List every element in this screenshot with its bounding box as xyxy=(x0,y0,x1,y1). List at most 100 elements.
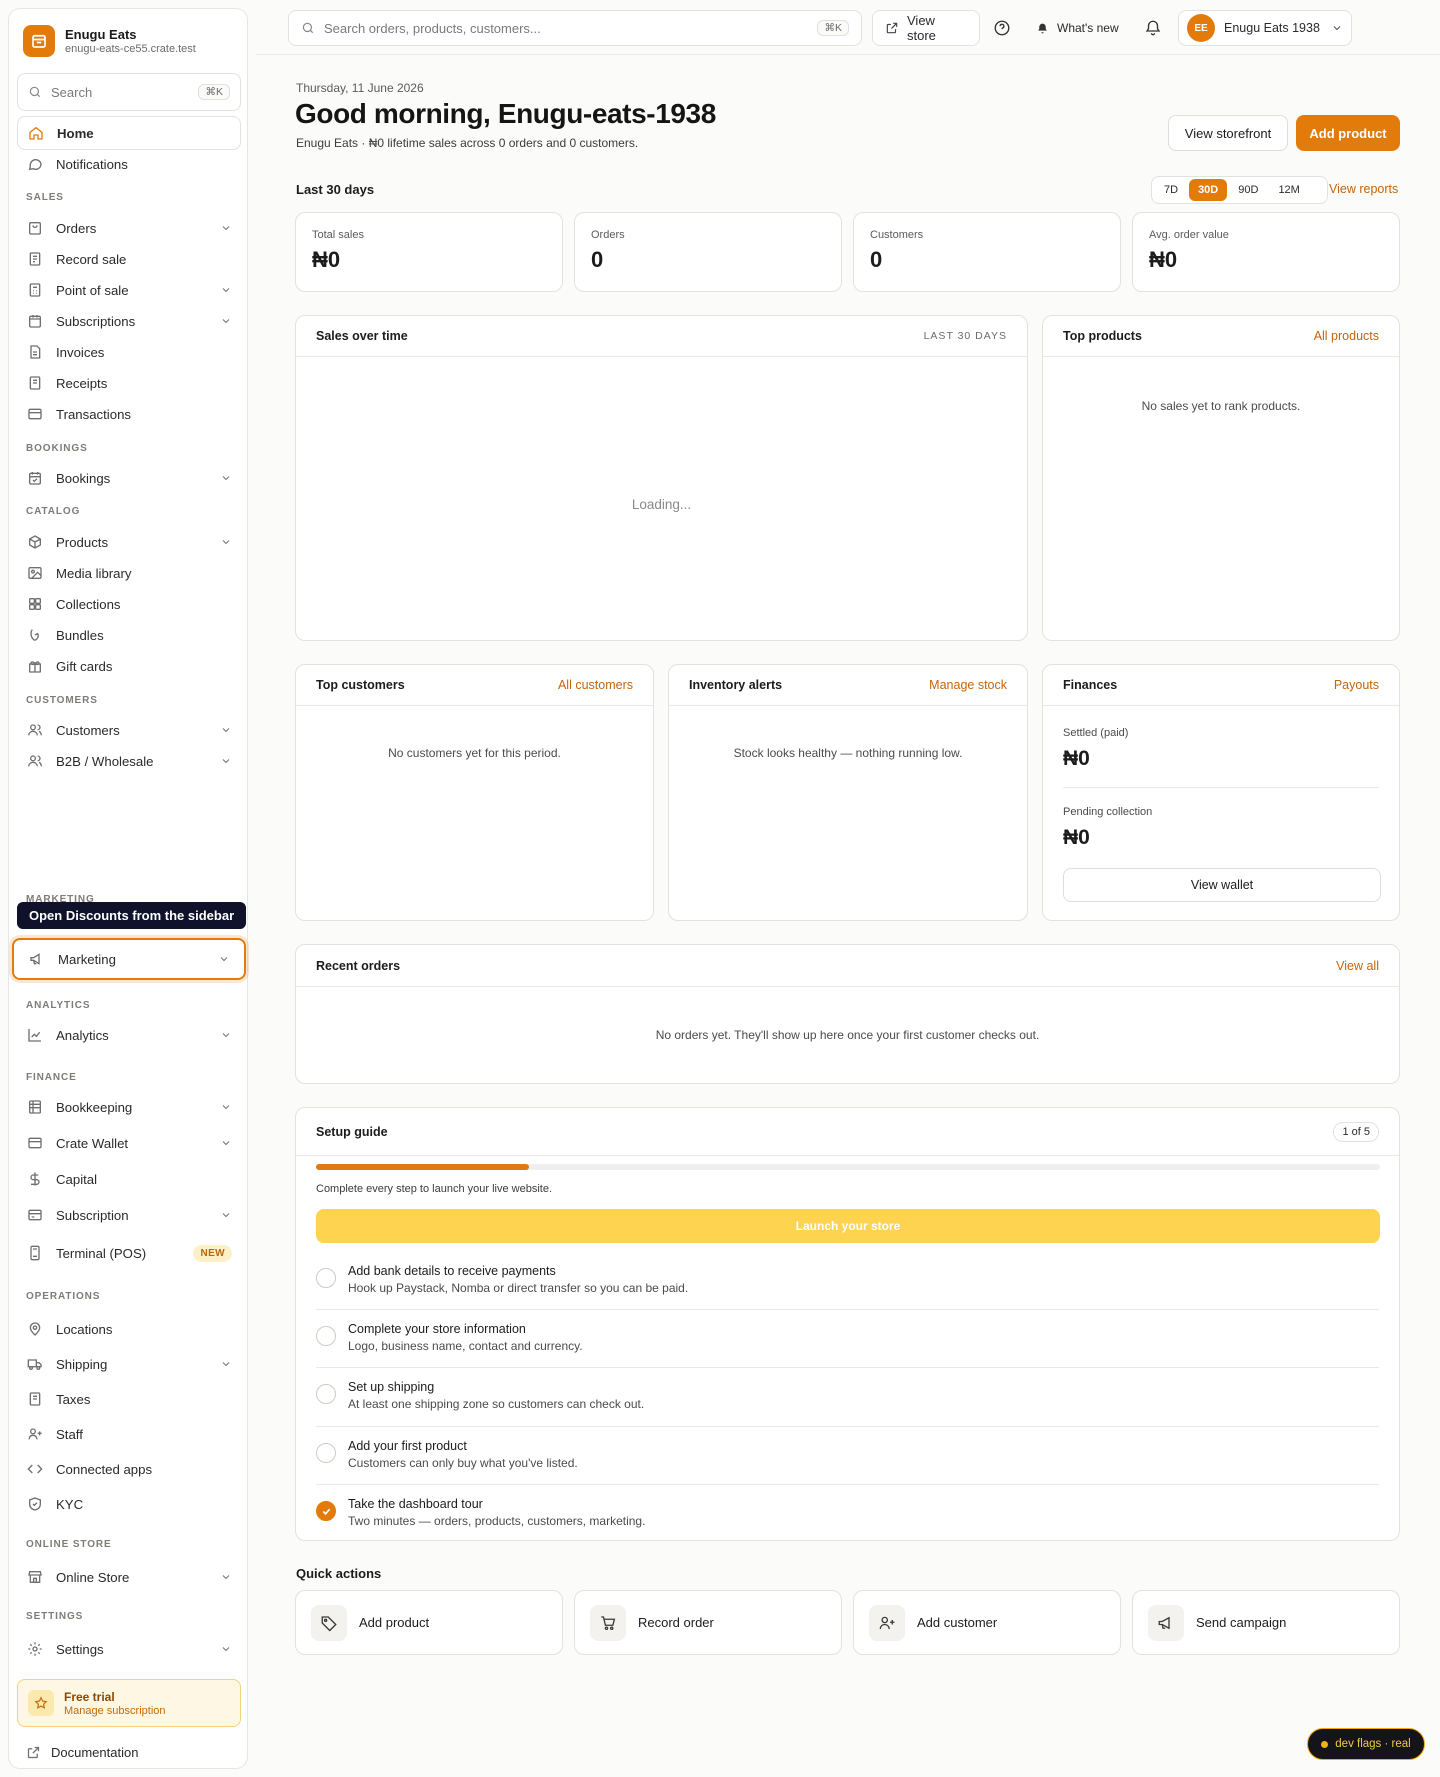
dev-flags-badge[interactable]: dev flags · real xyxy=(1307,1728,1425,1760)
check-icon[interactable] xyxy=(316,1501,336,1521)
setup-step[interactable]: Set up shipping At least one shipping zo… xyxy=(296,1368,1402,1426)
sidebar-search[interactable]: Search ⌘K xyxy=(17,73,241,111)
sales-over-time-card: Sales over time LAST 30 DAYS Loading... xyxy=(295,315,1028,641)
sidebar-item-label: Notifications xyxy=(56,156,128,172)
chevron-down-icon[interactable] xyxy=(220,222,232,234)
sidebar-item-online-store[interactable]: Online Store xyxy=(17,1560,241,1594)
quick-action-add-product[interactable]: Add product xyxy=(295,1590,563,1655)
chevron-down-icon[interactable] xyxy=(220,1358,232,1370)
setup-step[interactable]: Complete your store information Logo, bu… xyxy=(296,1310,1402,1368)
sidebar-item-receipts[interactable]: Receipts xyxy=(17,366,241,400)
sidebar-item-kyc[interactable]: KYC xyxy=(17,1487,241,1521)
sidebar-item-bundles[interactable]: Bundles xyxy=(17,618,241,652)
manage-subscription-link[interactable]: Manage subscription xyxy=(64,1705,166,1717)
sidebar-item-invoices[interactable]: Invoices xyxy=(17,335,241,369)
all-products-link[interactable]: All products xyxy=(1314,329,1379,343)
sidebar-item-marketing[interactable]: Marketing xyxy=(12,938,246,980)
whats-new-button[interactable]: What's new xyxy=(1036,10,1119,46)
view-wallet-button[interactable]: View wallet xyxy=(1063,868,1381,902)
sidebar-item-label: Receipts xyxy=(56,375,108,391)
sidebar-item-subscription[interactable]: Subscription xyxy=(17,1198,241,1232)
view-store-button[interactable]: View store xyxy=(872,10,980,46)
quick-action-add-customer[interactable]: Add customer xyxy=(853,1590,1121,1655)
chevron-down-icon[interactable] xyxy=(220,1101,232,1113)
add-product-button[interactable]: Add product xyxy=(1296,115,1400,151)
setup-step[interactable]: Add bank details to receive payments Hoo… xyxy=(296,1252,1402,1310)
sidebar-item-bookkeeping[interactable]: Bookkeeping xyxy=(17,1090,241,1124)
users-icon xyxy=(26,721,44,739)
payouts-link[interactable]: Payouts xyxy=(1334,678,1379,692)
sidebar-item-terminal-pos[interactable]: Terminal (POS) NEW xyxy=(17,1236,241,1270)
setup-progress-fill xyxy=(316,1164,529,1170)
tag-icon xyxy=(311,1604,347,1641)
chevron-down-icon[interactable] xyxy=(220,1209,232,1221)
chevron-down-icon[interactable] xyxy=(220,755,232,767)
terminal-device-icon xyxy=(26,1244,44,1262)
period-12m[interactable]: 12M xyxy=(1269,179,1308,201)
view-all-orders-link[interactable]: View all xyxy=(1336,959,1379,973)
sidebar-item-gift-cards[interactable]: Gift cards xyxy=(17,649,241,683)
launch-store-button[interactable]: Launch your store xyxy=(316,1209,1380,1243)
period-90d[interactable]: 90D xyxy=(1229,179,1267,201)
view-reports-link[interactable]: View reports xyxy=(1329,182,1398,196)
setup-step[interactable]: Add your first product Customers can onl… xyxy=(296,1427,1402,1485)
sidebar-item-notifications[interactable]: Notifications xyxy=(17,147,241,181)
all-customers-link[interactable]: All customers xyxy=(558,678,633,692)
step-checkbox[interactable] xyxy=(316,1268,336,1288)
view-storefront-button[interactable]: View storefront xyxy=(1168,115,1288,151)
sidebar: Enugu Eats enugu-eats-ce55.crate.test Se… xyxy=(8,8,248,1769)
chevron-down-icon[interactable] xyxy=(220,284,232,296)
sidebar-item-products[interactable]: Products xyxy=(17,525,241,559)
sidebar-item-point-of-sale[interactable]: Point of sale xyxy=(17,273,241,307)
quick-action-record-order[interactable]: Record order xyxy=(574,1590,842,1655)
sidebar-item-subscriptions[interactable]: Subscriptions xyxy=(17,304,241,338)
chevron-down-icon[interactable] xyxy=(220,724,232,736)
chevron-down-icon[interactable] xyxy=(220,1137,232,1149)
free-trial-card[interactable]: Free trial Manage subscription xyxy=(17,1679,241,1727)
sidebar-item-label: KYC xyxy=(56,1496,84,1512)
chevron-down-icon[interactable] xyxy=(220,1643,232,1655)
sidebar-item-media-library[interactable]: Media library xyxy=(17,556,241,590)
step-checkbox[interactable] xyxy=(316,1443,336,1463)
documentation-link[interactable]: Documentation xyxy=(17,1740,147,1764)
chevron-down-icon[interactable] xyxy=(220,315,232,327)
chevron-down-icon[interactable] xyxy=(220,472,232,484)
global-search-input[interactable]: Search orders, products, customers... ⌘K xyxy=(288,10,862,46)
sidebar-item-taxes[interactable]: Taxes xyxy=(17,1382,241,1416)
sidebar-item-connected-apps[interactable]: Connected apps xyxy=(17,1452,241,1486)
sidebar-item-home[interactable]: Home xyxy=(17,116,241,150)
sidebar-item-shipping[interactable]: Shipping xyxy=(17,1347,241,1381)
documentation-label: Documentation xyxy=(51,1744,139,1760)
line-chart-icon xyxy=(26,1026,44,1044)
sidebar-item-crate-wallet[interactable]: Crate Wallet xyxy=(17,1126,241,1160)
sidebar-item-staff[interactable]: Staff xyxy=(17,1417,241,1451)
manage-stock-link[interactable]: Manage stock xyxy=(929,678,1007,692)
help-icon[interactable] xyxy=(993,10,1011,46)
step-checkbox[interactable] xyxy=(316,1326,336,1346)
chevron-down-icon[interactable] xyxy=(220,1571,232,1583)
sidebar-item-customers[interactable]: Customers xyxy=(17,713,241,747)
sidebar-item-bookings[interactable]: Bookings xyxy=(17,461,241,495)
chevron-down-icon[interactable] xyxy=(220,1029,232,1041)
quick-action-send-campaign[interactable]: Send campaign xyxy=(1132,1590,1400,1655)
chevron-down-icon[interactable] xyxy=(218,953,230,965)
period-30d[interactable]: 30D xyxy=(1189,179,1228,201)
setup-step[interactable]: Take the dashboard tour Two minutes — or… xyxy=(296,1485,1402,1543)
account-menu[interactable]: EE Enugu Eats 1938 xyxy=(1178,10,1352,46)
sidebar-item-transactions[interactable]: Transactions xyxy=(17,397,241,431)
step-checkbox[interactable] xyxy=(316,1384,336,1404)
sidebar-item-collections[interactable]: Collections xyxy=(17,587,241,621)
grid-icon xyxy=(26,595,44,613)
sidebar-item-capital[interactable]: Capital xyxy=(17,1162,241,1196)
section-finance: FINANCE xyxy=(26,1072,77,1083)
brand[interactable]: Enugu Eats enugu-eats-ce55.crate.test xyxy=(23,23,196,59)
chevron-down-icon[interactable] xyxy=(220,536,232,548)
sidebar-item-analytics[interactable]: Analytics xyxy=(17,1018,241,1052)
sidebar-item-b2b-wholesale[interactable]: B2B / Wholesale xyxy=(17,744,241,778)
sidebar-item-locations[interactable]: Locations xyxy=(17,1312,241,1346)
sidebar-item-record-sale[interactable]: Record sale xyxy=(17,242,241,276)
sidebar-item-settings[interactable]: Settings xyxy=(17,1632,241,1666)
notifications-bell-icon[interactable] xyxy=(1144,10,1162,46)
sidebar-item-orders[interactable]: Orders xyxy=(17,211,241,245)
period-7d[interactable]: 7D xyxy=(1155,179,1187,201)
